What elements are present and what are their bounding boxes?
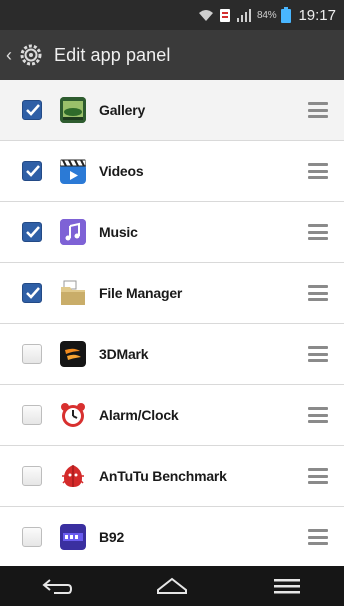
drag-handle-icon[interactable] <box>308 468 328 484</box>
title-bar: ‹ Edit app panel <box>0 30 344 80</box>
status-time: 19:17 <box>298 6 336 24</box>
app-label: B92 <box>99 529 125 545</box>
wifi-icon <box>198 9 214 22</box>
list-item-b92[interactable]: B92 <box>0 507 344 568</box>
list-item-videos[interactable]: Videos <box>0 141 344 202</box>
app-label: Gallery <box>99 102 146 118</box>
drag-handle-icon[interactable] <box>308 224 328 240</box>
list-item-3dmark[interactable]: 3DMark <box>0 324 344 385</box>
back-icon[interactable] <box>37 571 77 601</box>
battery-icon <box>281 7 292 23</box>
checkbox-videos[interactable] <box>22 161 42 181</box>
alarm-clock-icon <box>60 402 86 428</box>
list-item-antutu-benchmark[interactable]: AnTuTu Benchmark <box>0 446 344 507</box>
checkbox-gallery[interactable] <box>22 100 42 120</box>
list-item-alarm-clock[interactable]: Alarm/Clock <box>0 385 344 446</box>
list-item-file-manager[interactable]: File Manager <box>0 263 344 324</box>
drag-handle-icon[interactable] <box>308 346 328 362</box>
app-label: Music <box>99 224 138 240</box>
battery-percent: 84% <box>257 9 277 21</box>
app-label: Videos <box>99 163 144 179</box>
drag-handle-icon[interactable] <box>308 102 328 118</box>
checkbox-file-manager[interactable] <box>22 283 42 303</box>
status-bar: 84% 19:17 <box>0 0 344 30</box>
app-label: Alarm/Clock <box>99 407 179 423</box>
notification-icon <box>219 8 231 23</box>
b92-icon <box>60 524 86 550</box>
3dmark-icon <box>60 341 86 367</box>
file-manager-icon <box>60 280 86 306</box>
app-list: Gallery Videos Music File Manager 3DMark… <box>0 80 344 568</box>
home-icon[interactable] <box>152 571 192 601</box>
app-label: 3DMark <box>99 346 149 362</box>
drag-handle-icon[interactable] <box>308 285 328 301</box>
videos-icon <box>60 158 86 184</box>
status-icons: 84% 19:17 <box>198 6 336 24</box>
app-label: File Manager <box>99 285 183 301</box>
checkbox-music[interactable] <box>22 222 42 242</box>
list-item-gallery[interactable]: Gallery <box>0 80 344 141</box>
page-title: Edit app panel <box>54 44 171 65</box>
checkbox-antutu-benchmark[interactable] <box>22 466 42 486</box>
drag-handle-icon[interactable] <box>308 407 328 423</box>
navigation-bar <box>0 566 344 606</box>
antutu-icon <box>60 463 86 489</box>
checkbox-alarm-clock[interactable] <box>22 405 42 425</box>
app-label: AnTuTu Benchmark <box>99 468 227 484</box>
drag-handle-icon[interactable] <box>308 529 328 545</box>
menu-icon[interactable] <box>267 571 307 601</box>
drag-handle-icon[interactable] <box>308 163 328 179</box>
gear-icon[interactable] <box>18 42 44 68</box>
gallery-icon <box>60 97 86 123</box>
checkbox-3dmark[interactable] <box>22 344 42 364</box>
checkbox-b92[interactable] <box>22 527 42 547</box>
list-item-music[interactable]: Music <box>0 202 344 263</box>
signal-icon <box>236 8 252 22</box>
music-icon <box>60 219 86 245</box>
back-chevron-icon[interactable]: ‹ <box>6 30 18 80</box>
